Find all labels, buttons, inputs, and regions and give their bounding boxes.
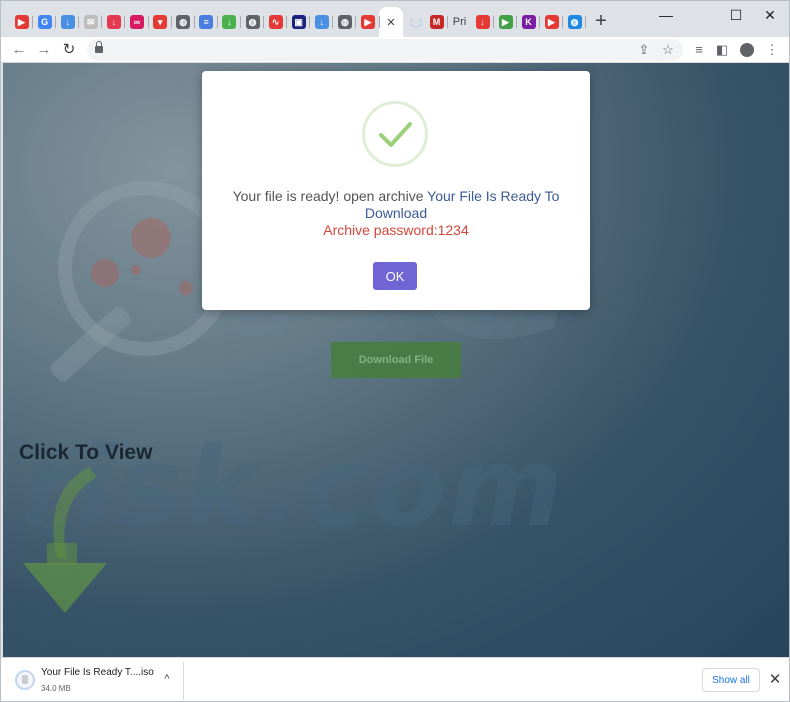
close-tab-icon[interactable]: ✕: [386, 16, 395, 29]
tab-globe-2-favicon-icon: ◍: [245, 15, 260, 29]
download-file-name: Your File Is Ready T....iso: [41, 667, 154, 678]
tab-globe-blue-favicon-icon: ◍: [567, 15, 582, 29]
bookmark-star-icon[interactable]: ☆: [659, 41, 677, 59]
tab-pocket-favicon-icon: ▾: [153, 15, 168, 29]
browser-window: ✕ Pri + — ☐ ✕ ▶ G ↓ ✉ ↓ ∞ ▾ ◍ ≡ ↓ ◍ ∿ ▣ ↓ ◍ ▶ M ↓ ▶ K ▶ ◍ ← →…: [0, 0, 790, 702]
minimize-button[interactable]: —: [651, 5, 681, 25]
new-tab-button[interactable]: +: [591, 11, 611, 31]
tab-mcafee-favicon-icon: M: [429, 15, 444, 29]
tab-pri-label: Pri: [452, 16, 467, 28]
tab-download-green-favicon-icon: ↓: [222, 15, 237, 29]
tab-tv[interactable]: ▣: [287, 9, 311, 35]
tab-cloud-download[interactable]: ↓: [56, 9, 80, 35]
tab-strip: ✕ Pri + — ☐ ✕ ▶ G ↓ ✉ ↓ ∞ ▾ ◍ ≡ ↓ ◍ ∿ ▣ ↓ ◍ ▶ M ↓ ▶ K ▶ ◍: [1, 1, 789, 37]
profile-avatar-icon[interactable]: [738, 41, 756, 59]
tab-download-red[interactable]: ↓: [102, 9, 126, 35]
tab-play-favicon-icon: ▶: [498, 15, 513, 29]
reload-button[interactable]: ↻: [59, 40, 79, 60]
tab-link-favicon-icon: ∞: [130, 15, 144, 29]
download-file-size: 34.0 MB: [41, 684, 71, 693]
tab-globe[interactable]: ◍: [172, 9, 195, 35]
tab-google[interactable]: G: [33, 9, 57, 35]
tab-mail[interactable]: ✉: [79, 9, 103, 35]
page-content: PC risk.com Download File Click To View: [3, 63, 789, 657]
maximize-button[interactable]: ☐: [721, 5, 751, 25]
tab-youtube-2-favicon-icon: ▶: [544, 15, 559, 29]
tab-download-green[interactable]: ↓: [218, 9, 241, 35]
tab-globe-3-favicon-icon: ◍: [337, 15, 352, 29]
menu-kebab-icon[interactable]: ⋮: [763, 41, 781, 59]
tab-tv-favicon-icon: ▣: [291, 15, 306, 29]
chevron-up-icon[interactable]: ^: [159, 671, 175, 687]
tab-globe-favicon-icon: ◍: [176, 15, 191, 29]
close-shelf-icon[interactable]: ✕: [765, 670, 785, 690]
archive-password: Archive password:1234: [323, 222, 469, 238]
tab-kv[interactable]: K: [517, 9, 540, 35]
tab-pocket[interactable]: ▾: [149, 9, 172, 35]
reading-list-icon[interactable]: ≡: [690, 41, 708, 59]
tab-youtube-favicon-icon: ▶: [14, 15, 29, 29]
tab-video[interactable]: ▶: [357, 9, 380, 35]
lock-icon[interactable]: [95, 41, 103, 53]
tab-video-favicon-icon: ▶: [361, 15, 375, 29]
tab-youtube-2[interactable]: ▶: [540, 9, 563, 35]
tab-play[interactable]: ▶: [494, 9, 517, 35]
tab-download-red-2-favicon-icon: ↓: [475, 15, 490, 29]
back-button[interactable]: ←: [9, 40, 29, 60]
show-all-button[interactable]: Show all: [702, 668, 760, 692]
tab-youtube[interactable]: ▶: [10, 9, 33, 35]
share-icon[interactable]: ⇪: [635, 41, 653, 59]
download-item[interactable]: Your File Is Ready T....iso 34.0 MB ^: [9, 662, 184, 700]
tab-globe-2[interactable]: ◍: [241, 9, 264, 35]
tab-pri[interactable]: Pri: [448, 9, 471, 35]
tab-kv-favicon-icon: K: [521, 15, 536, 29]
file-ready-dialog: Your file is ready! open archive Your Fi…: [202, 71, 590, 310]
window-close-button[interactable]: ✕: [755, 5, 785, 25]
tab-link[interactable]: ∞: [126, 9, 149, 35]
forward-button[interactable]: →: [34, 40, 54, 60]
success-check-icon: [362, 101, 428, 167]
toolbar: ← → ↻ ⇪ ☆ ≡ ◧ ⋮: [1, 37, 789, 63]
ok-button[interactable]: OK: [373, 262, 417, 290]
message-prefix: Your file is ready! open archive: [232, 188, 428, 204]
tab-wave[interactable]: ∿: [264, 9, 288, 35]
tab-doc[interactable]: ≡: [195, 9, 218, 35]
tab-mail-favicon-icon: ✉: [83, 15, 98, 29]
address-bar[interactable]: ⇪ ☆: [87, 39, 683, 61]
tab-wave-favicon-icon: ∿: [268, 15, 283, 29]
download-shelf: Your File Is Ready T....iso 34.0 MB ^ Sh…: [1, 657, 789, 701]
tab-active[interactable]: ✕: [379, 7, 403, 37]
tab-globe-blue[interactable]: ◍: [563, 9, 586, 35]
file-icon: [15, 670, 35, 690]
tab-doc-favicon-icon: ≡: [199, 15, 214, 29]
tab-cloud-favicon-icon: ↓: [314, 15, 329, 29]
dialog-message: Your file is ready! open archive Your Fi…: [212, 188, 580, 239]
tab-google-favicon-icon: G: [37, 15, 52, 29]
tab-cloud[interactable]: ↓: [310, 9, 334, 35]
tab-download-red-2[interactable]: ↓: [471, 9, 494, 35]
tab-loading[interactable]: [404, 9, 427, 35]
tab-globe-3[interactable]: ◍: [333, 9, 357, 35]
tab-mcafee[interactable]: M: [425, 9, 448, 35]
tab-download-red-favicon-icon: ↓: [106, 15, 121, 29]
tab-cloud-download-favicon-icon: ↓: [60, 15, 75, 29]
loading-spinner-icon: [409, 16, 422, 28]
side-panel-icon[interactable]: ◧: [713, 41, 731, 59]
